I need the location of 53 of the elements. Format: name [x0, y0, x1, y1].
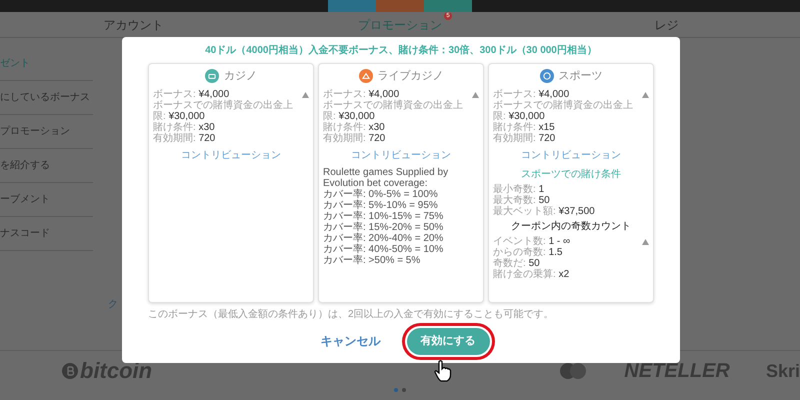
bitcoin-icon [62, 362, 78, 378]
card-title: ライブカジノ [378, 68, 444, 84]
sidebar-item[interactable]: ナスコード [0, 217, 93, 251]
detail-text: イベント数: 1 - ∞ [493, 236, 572, 246]
coverage-text: カバー率: 5%-10% = 95% [323, 200, 439, 210]
category-tab[interactable] [376, 0, 424, 12]
coverage-text: カバー率: 10%-15% = 75% [323, 210, 444, 222]
sidebar-item[interactable]: ーブメント [0, 183, 93, 217]
detail-text: 有効期間: 720 [323, 132, 386, 144]
collapse-icon[interactable] [302, 92, 309, 98]
category-tab[interactable] [424, 0, 472, 12]
detail-text: 奇数だ: 50 [493, 258, 541, 268]
section-heading: クーポン内の奇数カウント [511, 220, 631, 234]
detail-text: ボーナス: ¥4,000 [323, 88, 400, 100]
card-title: カジノ [224, 69, 257, 84]
coverage-text: カバー率: 15%-20% = 50% [323, 222, 444, 232]
detail-text: 賭け条件: x15 [493, 122, 556, 132]
contribution-link[interactable]: コントリビューション [521, 148, 621, 162]
collapse-icon[interactable] [642, 92, 649, 98]
detail-text: 最小奇数: 1 [493, 184, 546, 194]
category-tab[interactable] [328, 0, 376, 12]
coverage-text: カバー率: 40%-50% = 10% [323, 244, 444, 254]
sidebar-item[interactable]: にしているボーナス [0, 81, 93, 115]
card-title: スポーツ [558, 69, 602, 84]
section-heading: スポーツでの賭け条件 [521, 168, 621, 182]
collapse-icon[interactable] [642, 238, 649, 244]
sidebar-item[interactable]: を紹介する [0, 149, 93, 183]
nav-tab[interactable]: レジ [654, 16, 679, 34]
coverage-text: カバー率: 0%-5% = 100% [323, 188, 439, 200]
detail-text: 有効期間: 720 [493, 132, 556, 144]
sidebar-item[interactable]: ゼント [0, 47, 93, 81]
note-text: このボーナス（最低入金額の条件あり）は、2回以上の入金で有効にすることも可能です。 [148, 308, 555, 322]
detail-text: 最大ベット額: ¥37,500 [493, 206, 596, 216]
nav-tab[interactable]: アカウント [103, 16, 164, 34]
sidebar-item[interactable]: プロモーション [0, 115, 93, 149]
modal-title: 40ドル（4000円相当）入金不要ボーナス、賭け条件：30倍、300ドル（30 000円相当） [204, 44, 598, 58]
card-logo-icon [558, 362, 588, 380]
contribution-link[interactable]: コントリビューション [181, 148, 281, 162]
activate-button[interactable]: 有効にする [406, 328, 490, 354]
detail-text: からの奇数: 1.5 [493, 246, 564, 258]
coverage-text: カバー率: 20%-40% = 20% [323, 232, 444, 244]
detail-text: 賭け金の乗算: x2 [493, 268, 570, 280]
coverage-text: カバー率: >50% = 5% [323, 254, 422, 266]
detail-text: 賭け条件: x30 [153, 122, 216, 132]
detail-text: 最大奇数: 50 [493, 194, 551, 206]
detail-text: 有効期間: 720 [153, 132, 216, 144]
collapse-icon[interactable] [472, 92, 479, 98]
coverage-text: Roulette games Supplied by Evolution bet coverage: [323, 166, 450, 188]
detail-text: ボーナス: ¥4,000 [493, 88, 570, 100]
contribution-link[interactable]: コントリビューション [351, 148, 451, 162]
detail-text: 賭け条件: x30 [323, 122, 386, 132]
cancel-button[interactable]: キャンセル [312, 328, 388, 354]
detail-text: ボーナス: ¥4,000 [153, 88, 230, 100]
